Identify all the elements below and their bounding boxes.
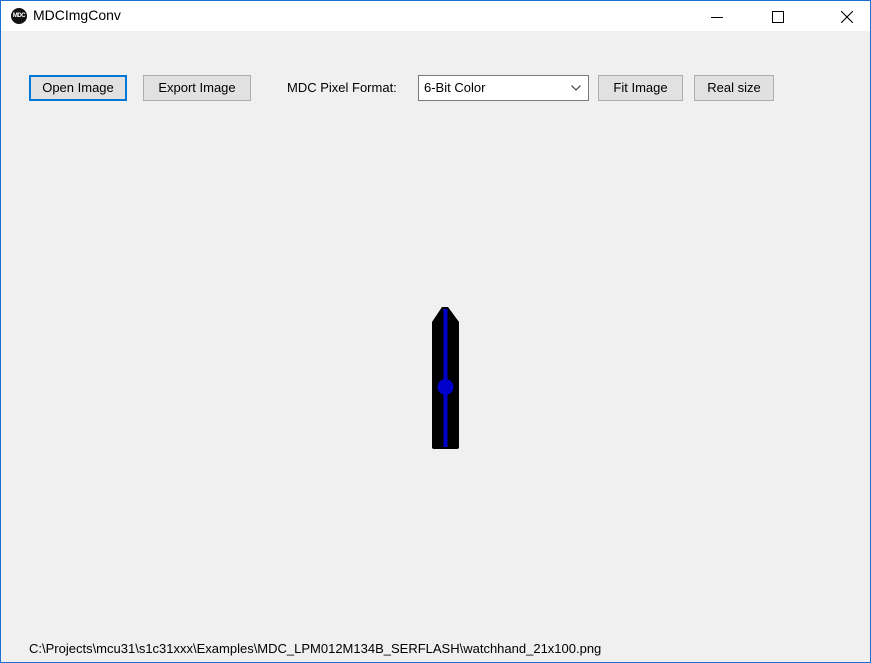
file-path-status: C:\Projects\mcu31\s1c31xxx\Examples\MDC_… [29,641,602,656]
close-button[interactable] [824,1,870,31]
export-image-button[interactable]: Export Image [143,75,251,101]
watch-hand-stripe [443,309,448,447]
real-size-button[interactable]: Real size [694,75,774,101]
chevron-down-icon [571,85,581,91]
fit-image-button[interactable]: Fit Image [598,75,683,101]
maximize-button[interactable] [755,1,801,31]
app-window: MDC MDCImgConv Open Image Export Image M… [0,0,871,663]
close-icon [841,11,853,23]
mdc-logo-icon: MDC [11,8,27,24]
watch-hand-preview-image [432,307,459,449]
open-image-button[interactable]: Open Image [29,75,127,101]
minimize-icon [711,17,723,18]
window-title: MDCImgConv [33,7,121,23]
minimize-button[interactable] [694,1,740,31]
title-bar[interactable]: MDC MDCImgConv [1,1,870,31]
pixel-format-value: 6-Bit Color [424,80,486,95]
pixel-format-select[interactable]: 6-Bit Color [418,75,589,101]
maximize-icon [772,11,784,23]
pixel-format-label: MDC Pixel Format: [287,80,397,95]
watch-hand-pivot [437,379,454,395]
